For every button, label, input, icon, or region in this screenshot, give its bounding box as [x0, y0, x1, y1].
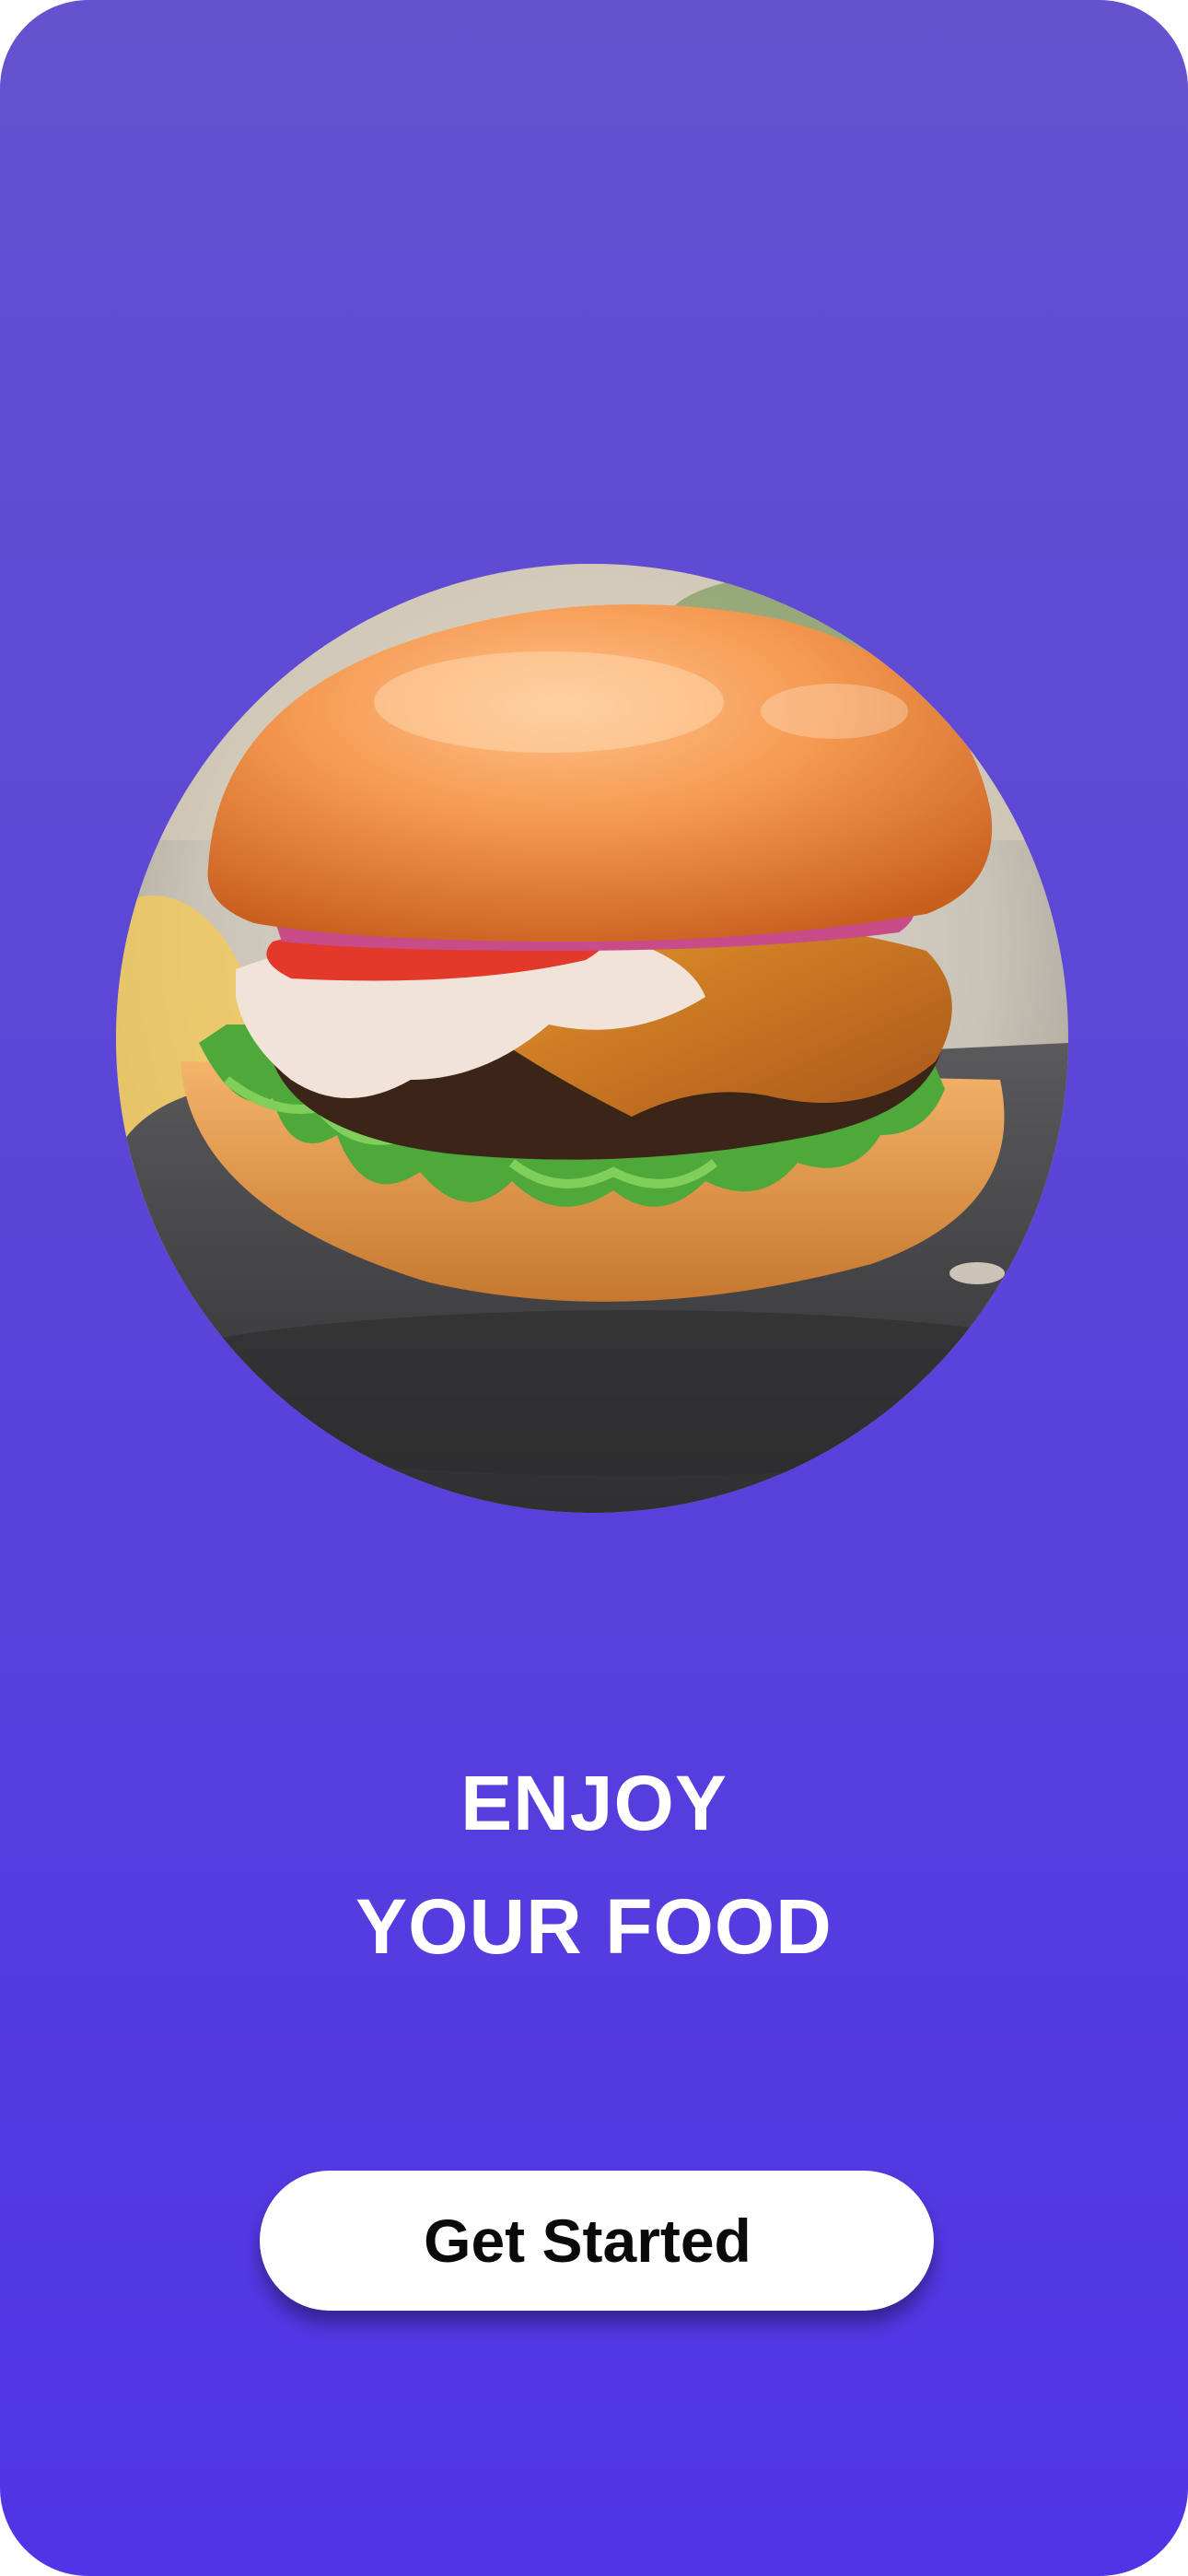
headline-line-2: YOUR FOOD: [355, 1883, 833, 1970]
burger-illustration-icon: [116, 564, 1068, 1513]
burger-photo: [116, 564, 1068, 1513]
headline: ENJOY YOUR FOOD: [0, 1741, 1188, 1988]
onboarding-screen: ENJOY YOUR FOOD Get Started: [0, 0, 1188, 2576]
get-started-label: Get Started: [424, 2207, 751, 2275]
headline-line-1: ENJOY: [460, 1760, 728, 1846]
get-started-button[interactable]: Get Started: [260, 2171, 934, 2311]
